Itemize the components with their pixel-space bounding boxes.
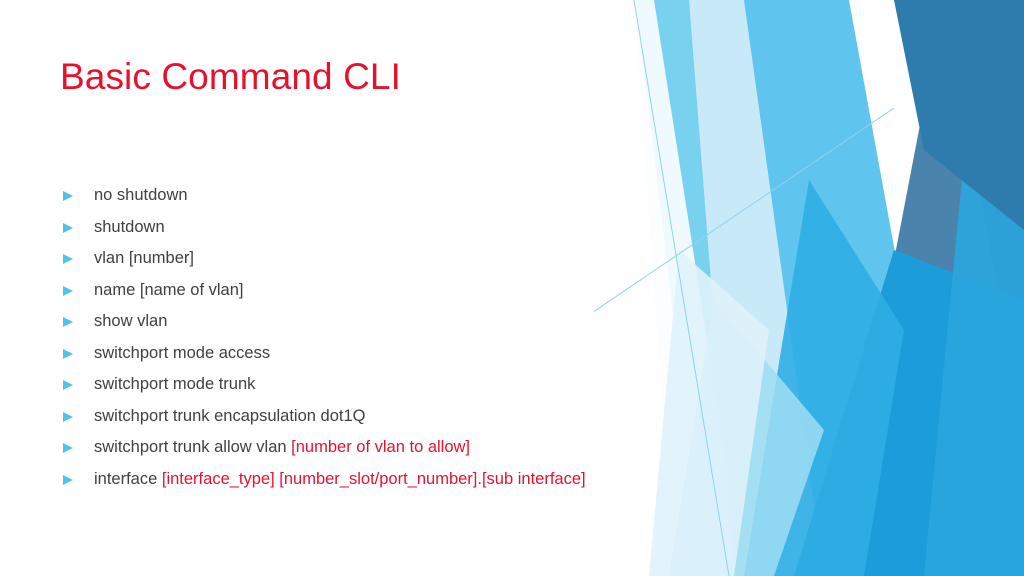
- triangle-bullet-icon: [62, 379, 74, 391]
- triangle-bullet-icon: [62, 190, 74, 202]
- triangle-bullet-icon: [62, 411, 74, 423]
- decor-shape-bright-mass: [794, 250, 1024, 576]
- triangle-bullet-icon: [62, 253, 74, 265]
- list-item: no shutdown: [62, 184, 762, 216]
- list-item-label: switchport trunk encapsulation dot1Q: [94, 406, 366, 425]
- list-item: switchport mode trunk: [62, 373, 762, 405]
- triangle-bullet-icon: [62, 285, 74, 297]
- list-item-label: name [name of vlan]: [94, 280, 244, 299]
- triangle-bullet-icon: [62, 316, 74, 328]
- slide-title: Basic Command CLI: [60, 56, 401, 97]
- list-item-label: vlan [number]: [94, 249, 194, 267]
- decor-shape-deep-column: [852, 0, 1024, 430]
- triangle-bullet-icon: [62, 348, 74, 360]
- list-item: switchport mode access: [62, 342, 762, 374]
- list-item-label: shutdown: [94, 217, 165, 236]
- decor-shape-right-strip: [924, 0, 1024, 576]
- list-item: switchport trunk allow vlan [number of v…: [62, 436, 762, 468]
- triangle-bullet-icon: [62, 442, 74, 454]
- bullet-list: no shutdown shutdown vlan [number] name …: [62, 184, 762, 499]
- list-item-label: no shutdown: [94, 186, 188, 204]
- presentation-slide: Basic Command CLI no shutdown shutdown v…: [0, 0, 1024, 576]
- list-item: interface [interface_type] [number_slot/…: [62, 468, 762, 500]
- decor-shape-deep-lower: [894, 0, 1024, 300]
- list-item-label: switchport mode access: [94, 343, 271, 362]
- list-item: vlan [number]: [62, 247, 762, 279]
- list-item-label: switchport mode trunk: [94, 375, 256, 393]
- list-item-label: switchport trunk allow vlan [number of v…: [94, 438, 471, 456]
- list-item: name [name of vlan]: [62, 279, 762, 311]
- list-item-label: interface [interface_type] [number_slot/…: [94, 469, 586, 488]
- list-item: shutdown: [62, 216, 762, 248]
- list-item: switchport trunk encapsulation dot1Q: [62, 405, 762, 437]
- list-item-highlight: [number of vlan to allow]: [291, 438, 471, 456]
- list-item-label: show vlan: [94, 312, 168, 330]
- triangle-bullet-icon: [62, 222, 74, 234]
- triangle-bullet-icon: [62, 474, 74, 486]
- decor-shape-sky-band: [744, 0, 954, 576]
- list-item-highlight: [interface_type] [number_slot/port_numbe…: [161, 469, 586, 488]
- list-item: show vlan: [62, 310, 762, 342]
- decor-shape-deep-notch: [894, 0, 1024, 230]
- decor-shape-mid-wedge: [744, 180, 904, 576]
